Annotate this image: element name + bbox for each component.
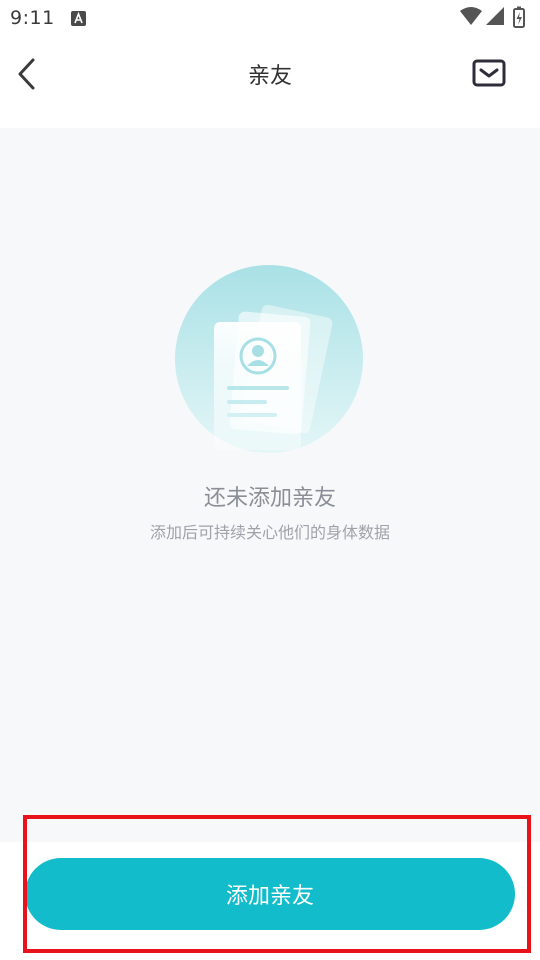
app-bar: 亲友 <box>0 38 540 128</box>
content-area: 还未添加亲友 添加后可持续关心他们的身体数据 <box>0 128 540 842</box>
message-button[interactable] <box>468 56 510 92</box>
mail-icon <box>472 59 506 87</box>
status-time: 9:11 <box>10 7 55 29</box>
battery-icon <box>513 6 525 28</box>
empty-title: 还未添加亲友 <box>203 486 336 511</box>
status-bar: 9:11 <box>0 0 540 38</box>
signal-icon <box>486 7 504 25</box>
add-relative-button[interactable]: 添加亲友 <box>25 858 515 930</box>
page-title: 亲友 <box>247 64 292 89</box>
a-notification-icon <box>71 11 86 26</box>
status-icons <box>460 6 532 30</box>
empty-subtitle: 添加后可持续关心他们的身体数据 <box>149 523 390 542</box>
wifi-icon <box>460 7 482 25</box>
contact-card-illustration <box>175 265 363 453</box>
